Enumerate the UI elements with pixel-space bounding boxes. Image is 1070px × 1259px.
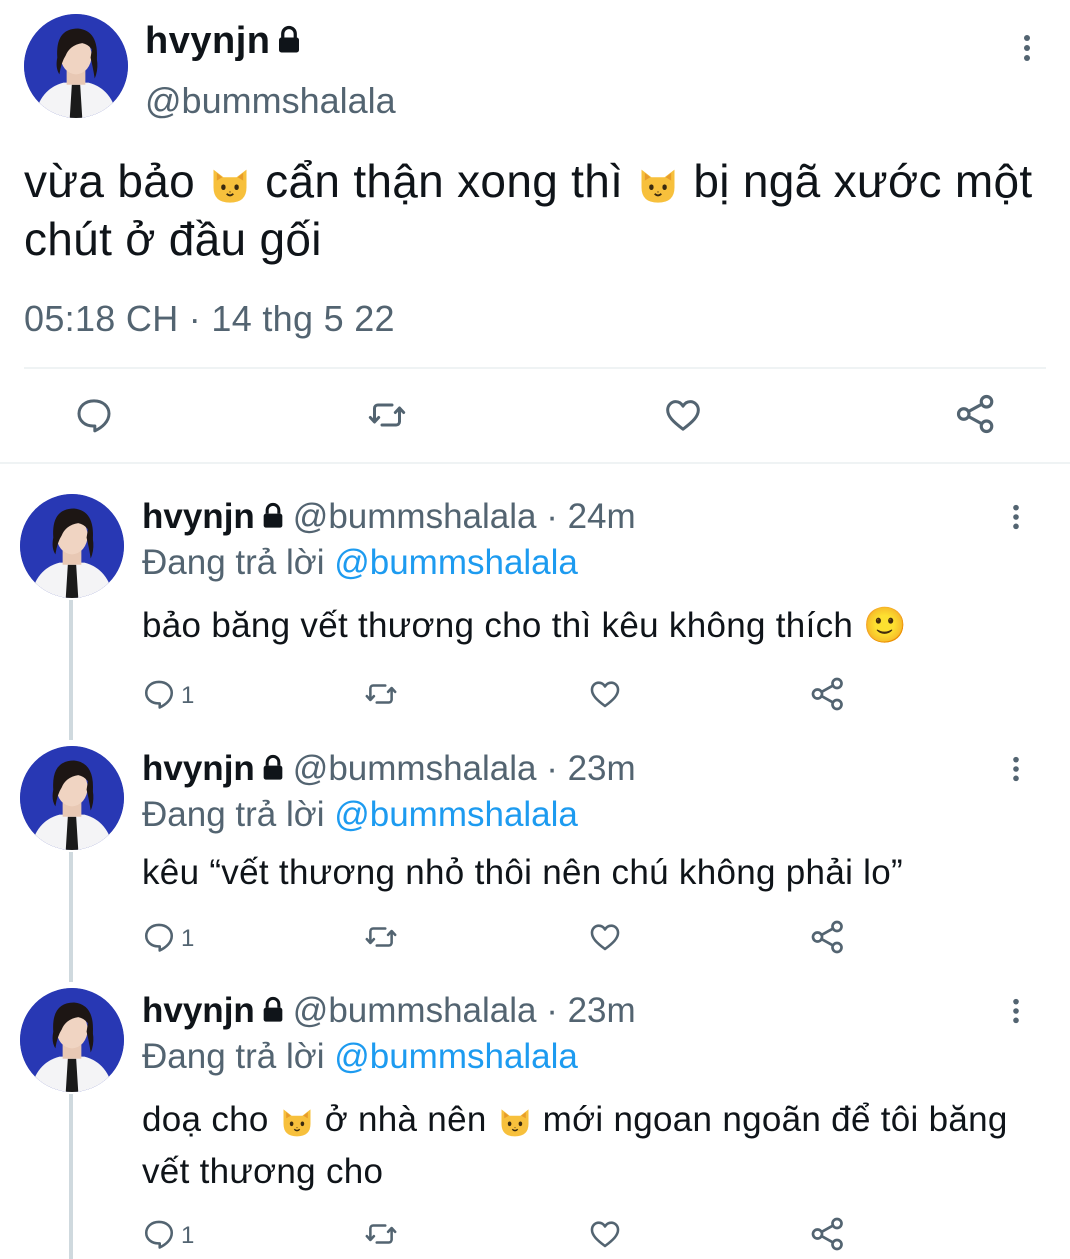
mention-link[interactable]: @bummshalala: [334, 795, 578, 834]
thread-line: [69, 1094, 73, 1259]
share-icon[interactable]: [810, 676, 846, 712]
reply-icon[interactable]: [74, 395, 114, 435]
avatar[interactable]: [20, 746, 124, 850]
thread-line: [69, 600, 73, 740]
handle-timestamp[interactable]: @bummshalala · 23m: [293, 991, 636, 1030]
cat-emoji-icon: [636, 163, 680, 207]
share-icon[interactable]: [810, 1216, 846, 1252]
like-icon[interactable]: [587, 677, 623, 711]
lock-icon: [259, 996, 287, 1024]
handle-timestamp[interactable]: @bummshalala · 24m: [293, 497, 636, 536]
replying-to-label: Đang trả lời: [142, 1037, 335, 1076]
like-icon[interactable]: [587, 1217, 623, 1251]
reply-text: kêu “vết thương nhỏ thôi nên chú không p…: [142, 853, 903, 892]
replying-to: Đang trả lời @bummshalala: [142, 795, 578, 835]
avatar[interactable]: [20, 988, 124, 1092]
reply-text: bảo băng vết thương cho thì kêu không th…: [142, 606, 908, 645]
tweet-text-part: cẩn thận xong thì: [252, 155, 637, 207]
handle-timestamp[interactable]: @bummshalala · 23m: [293, 749, 636, 788]
tweet-text: vừa bảo cẩn thận xong thì bị ngã xước mộ…: [24, 152, 1044, 268]
more-options-icon[interactable]: [1010, 997, 1022, 1025]
reply-header: hvynjn @bummshalala · 23m: [142, 749, 636, 789]
display-name[interactable]: hvynjn: [145, 20, 304, 63]
more-options-icon[interactable]: [1021, 33, 1033, 63]
handle[interactable]: @bummshalala: [145, 80, 396, 122]
reply-count: 1: [181, 1222, 195, 1249]
cat-emoji-icon: [497, 1104, 533, 1140]
reply-count: 1: [181, 682, 195, 709]
lock-icon: [274, 25, 304, 55]
retweet-icon[interactable]: [362, 677, 400, 711]
thread-line: [69, 852, 73, 982]
reply-text-part: ở nhà nên: [314, 1100, 497, 1139]
reply-icon[interactable]: [142, 1217, 176, 1251]
retweet-icon[interactable]: [362, 920, 400, 954]
retweet-icon[interactable]: [362, 1217, 400, 1251]
reply-icon[interactable]: [142, 920, 176, 954]
avatar[interactable]: [24, 14, 128, 118]
more-options-icon[interactable]: [1010, 503, 1022, 531]
reply-text-part: doạ cho: [142, 1100, 279, 1139]
retweet-icon[interactable]: [365, 395, 409, 435]
replying-to: Đang trả lời @bummshalala: [142, 1037, 578, 1077]
lock-icon: [259, 502, 287, 530]
reply-icon[interactable]: [142, 677, 176, 711]
reply-header: hvynjn @bummshalala · 24m: [142, 497, 636, 537]
divider: [0, 462, 1070, 464]
tweet-text-part: vừa bảo: [24, 155, 209, 207]
mention-link[interactable]: @bummshalala: [334, 1037, 578, 1076]
display-name[interactable]: hvynjn: [142, 497, 255, 536]
avatar[interactable]: [20, 494, 124, 598]
like-icon[interactable]: [662, 395, 704, 435]
reply-header: hvynjn @bummshalala · 23m: [142, 991, 636, 1031]
reply-count: 1: [181, 925, 195, 952]
divider: [24, 367, 1046, 369]
display-name[interactable]: hvynjn: [142, 749, 255, 788]
like-icon[interactable]: [587, 920, 623, 954]
share-icon[interactable]: [810, 919, 846, 955]
mention-link[interactable]: @bummshalala: [334, 543, 578, 582]
reply-text: doạ cho ở nhà nên mới ngoan ngoãn để tôi…: [142, 1094, 1022, 1198]
replying-to: Đang trả lời @bummshalala: [142, 543, 578, 583]
lock-icon: [259, 754, 287, 782]
cat-emoji-icon: [208, 163, 252, 207]
replying-to-label: Đang trả lời: [142, 543, 335, 582]
share-icon[interactable]: [955, 393, 997, 435]
display-name-text[interactable]: hvynjn: [145, 20, 270, 62]
replying-to-label: Đang trả lời: [142, 795, 335, 834]
more-options-icon[interactable]: [1010, 755, 1022, 783]
tweet-timestamp[interactable]: 05:18 CH · 14 thg 5 22: [24, 298, 395, 340]
cat-emoji-icon: [279, 1104, 315, 1140]
display-name[interactable]: hvynjn: [142, 991, 255, 1030]
